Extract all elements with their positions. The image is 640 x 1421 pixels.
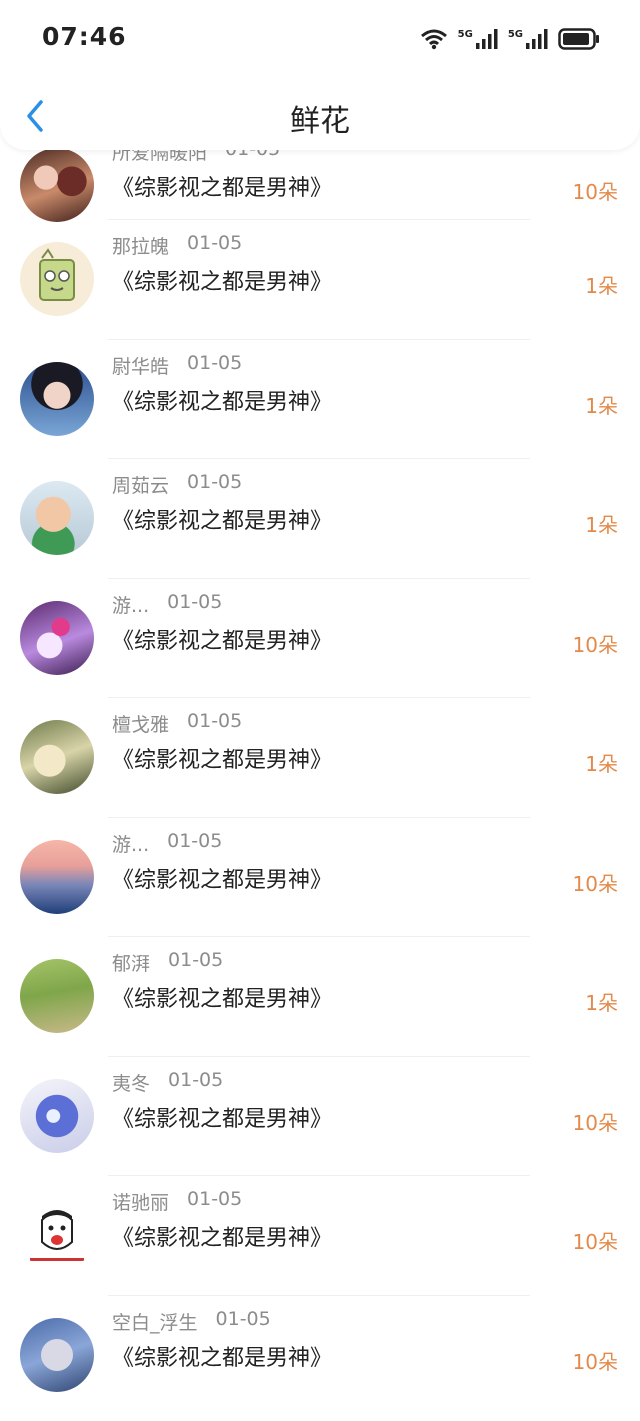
flower-count: 1朵	[585, 752, 618, 776]
list-item[interactable]: 周茹云 01-05 《综影视之都是男神》 1朵	[0, 459, 640, 579]
flower-count: 1朵	[585, 991, 618, 1015]
user-name: 檀戈雅	[112, 714, 170, 736]
book-title: 《综影视之都是男神》	[112, 867, 333, 893]
avatar[interactable]	[20, 1317, 94, 1392]
cartoon-face-icon	[30, 1210, 84, 1261]
flower-count: 10朵	[572, 1110, 618, 1135]
user-name: 诺驰丽	[112, 1192, 170, 1214]
user-name: 周茹云	[112, 475, 170, 497]
list-item[interactable]: 那拉魄 01-05 《综影视之都是男神》 1朵	[0, 220, 640, 340]
flower-count: 10朵	[572, 871, 618, 896]
book-title: 《综影视之都是男神》	[112, 987, 333, 1012]
avatar[interactable]	[20, 148, 94, 222]
date: 01-05	[167, 829, 223, 852]
list-item[interactable]: 游... 01-05 《综影视之都是男神》 10朵	[0, 818, 640, 937]
date: 01-05	[187, 471, 243, 493]
date: 01-05	[167, 590, 223, 613]
date: 01-05	[168, 949, 224, 971]
avatar[interactable]	[20, 361, 94, 436]
user-name: 郁湃	[112, 953, 151, 975]
cartoon-avatar-icon	[39, 248, 75, 301]
wifi-icon	[420, 29, 447, 50]
date: 01-05	[187, 232, 243, 254]
user-name: 那拉魄	[112, 236, 170, 258]
user-name: 夷冬	[112, 1072, 151, 1095]
list-item[interactable]: 夷冬 01-05 《综影视之都是男神》 10朵	[0, 1057, 640, 1176]
date: 01-05	[187, 351, 243, 374]
book-title: 《综影视之都是男神》	[112, 270, 333, 295]
list-item[interactable]: 游... 01-05 《综影视之都是男神》 10朵	[0, 579, 640, 698]
signal-1-icon: 5G	[458, 29, 498, 49]
network-type-label: 5G	[507, 29, 523, 40]
app-header: 07:46 5G 5G 鲜花	[0, 0, 640, 150]
book-title: 《综影视之都是男神》	[112, 1345, 333, 1371]
status-icons: 5G 5G	[420, 24, 600, 54]
flower-count: 10朵	[572, 1230, 618, 1254]
user-name: 游...	[112, 833, 150, 856]
avatar[interactable]	[20, 242, 94, 316]
avatar[interactable]	[20, 720, 94, 794]
status-time: 07:46	[42, 22, 127, 51]
book-title: 《综影视之都是男神》	[112, 176, 333, 201]
network-type-label: 5G	[457, 29, 473, 40]
list-item[interactable]: 空白_浮生 01-05 《综影视之都是男神》 10朵	[0, 1296, 640, 1416]
status-bar: 07:46 5G 5G	[0, 0, 640, 80]
user-name: 尉华皓	[112, 355, 170, 378]
list-item[interactable]: 尉华皓 01-05 《综影视之都是男神》 1朵	[0, 340, 640, 459]
avatar[interactable]	[20, 959, 94, 1033]
date: 01-05	[187, 1188, 243, 1210]
avatar[interactable]	[20, 481, 94, 555]
page-title: 鲜花	[290, 104, 350, 139]
list-item[interactable]: 诺驰丽 01-05 《综影视之都是男神》 10朵	[0, 1176, 640, 1296]
book-title: 《综影视之都是男神》	[112, 628, 333, 654]
flower-count: 1朵	[585, 274, 618, 298]
user-name: 游...	[112, 594, 150, 617]
flower-count: 1朵	[585, 393, 618, 418]
book-title: 《综影视之都是男神》	[112, 509, 333, 534]
flower-count: 1朵	[585, 513, 618, 537]
flower-count: 10朵	[572, 180, 618, 204]
date: 01-05	[187, 710, 243, 732]
book-title: 《综影视之都是男神》	[112, 1106, 333, 1132]
list-item[interactable]: 郁湃 01-05 《综影视之都是男神》 1朵	[0, 937, 640, 1057]
avatar[interactable]	[20, 600, 94, 675]
avatar[interactable]	[20, 839, 94, 914]
avatar[interactable]	[20, 1198, 94, 1272]
book-title: 《综影视之都是男神》	[112, 1226, 333, 1251]
book-title: 《综影视之都是男神》	[112, 389, 333, 415]
book-title: 《综影视之都是男神》	[112, 748, 333, 773]
user-name: 空白_浮生	[112, 1311, 198, 1334]
battery-icon	[558, 28, 599, 50]
flower-count: 10朵	[572, 1349, 618, 1374]
list-item[interactable]: 檀戈雅 01-05 《综影视之都是男神》 1朵	[0, 698, 640, 818]
flower-count: 10朵	[572, 632, 618, 657]
date: 01-05	[215, 1307, 271, 1330]
signal-2-icon: 5G	[508, 29, 548, 49]
avatar[interactable]	[20, 1078, 94, 1153]
date: 01-05	[168, 1068, 224, 1091]
flower-list: 所爱隔暖阳01-05 《综影视之都是男神》 10朵 那拉魄01-05 《综影视之…	[0, 138, 640, 1416]
